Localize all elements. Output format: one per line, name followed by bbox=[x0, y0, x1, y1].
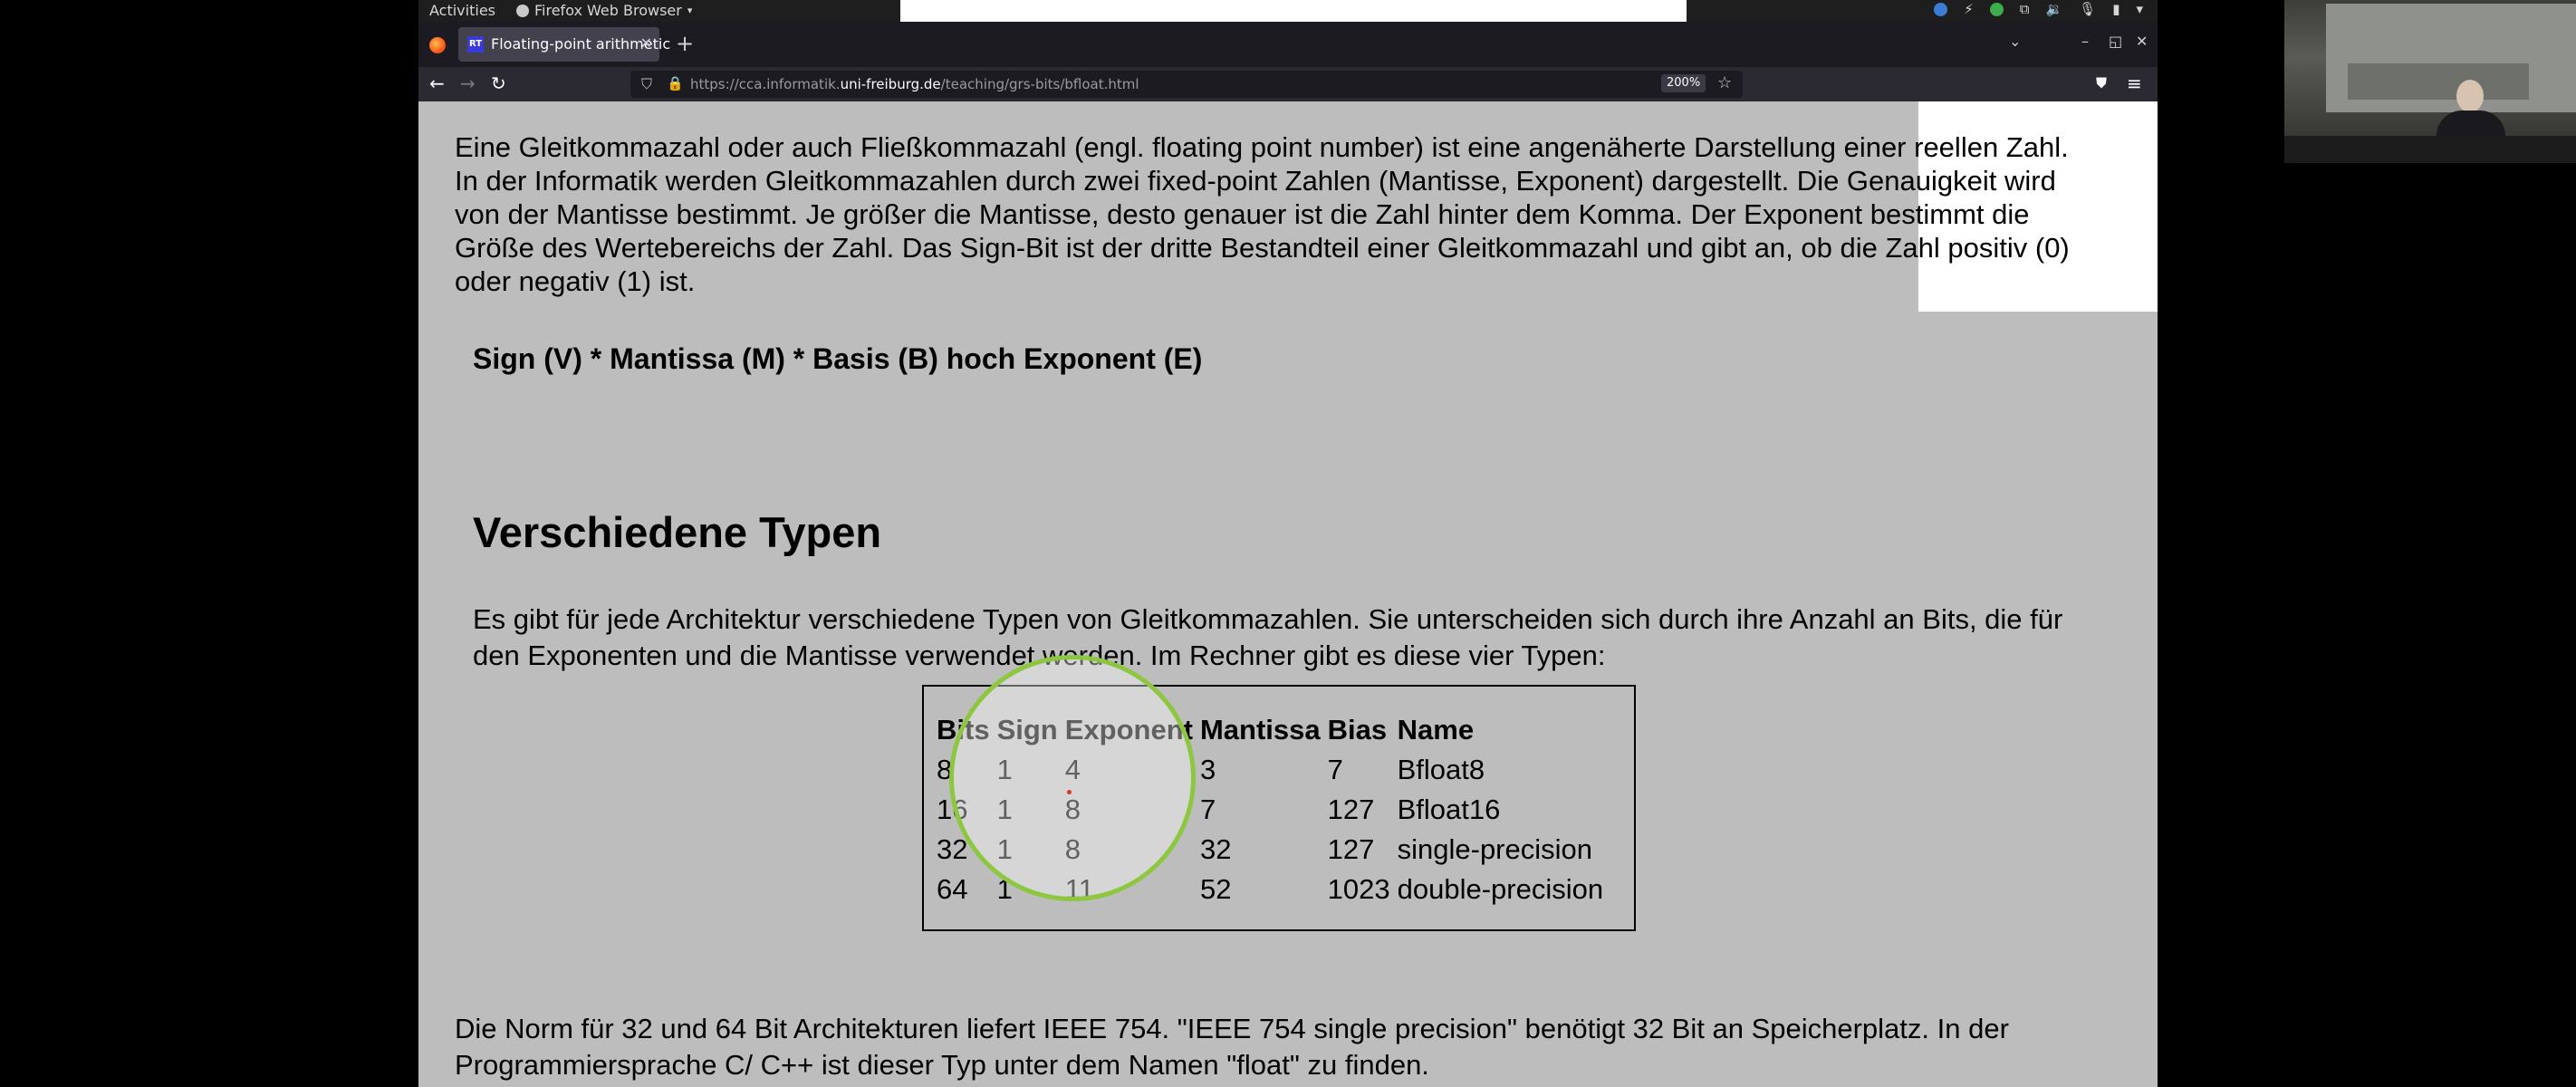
url-text[interactable]: https://cca.informatik.uni-freiburg.de/t… bbox=[690, 76, 1139, 92]
firefox-app-icon bbox=[516, 4, 529, 17]
activities-button[interactable]: Activities bbox=[429, 2, 495, 19]
webcam-overlay bbox=[2284, 0, 2576, 163]
window-close-icon[interactable]: ✕ bbox=[2136, 33, 2148, 50]
maximize-icon[interactable]: ◱ bbox=[2109, 33, 2122, 50]
site-favicon: RT bbox=[467, 36, 484, 53]
table-cell: 7 bbox=[1199, 794, 1216, 825]
lock-icon[interactable]: 🔒 bbox=[667, 75, 684, 91]
zoom-level-button[interactable]: 200% bbox=[1661, 74, 1706, 92]
table-cell: single-precision bbox=[1397, 833, 1593, 865]
app-menu[interactable]: Firefox Web Browser ▾ bbox=[516, 2, 692, 19]
projection-image bbox=[2348, 63, 2529, 100]
plus-icon[interactable]: + bbox=[676, 31, 694, 56]
close-icon[interactable]: ✕ bbox=[640, 34, 652, 52]
chevron-down-icon: ▾ bbox=[687, 5, 693, 16]
url-bar[interactable]: ⛉ 🔒 https://cca.informatik.uni-freiburg.… bbox=[630, 71, 1743, 98]
table-cell: Bfloat16 bbox=[1397, 794, 1501, 825]
table-cell: 32 bbox=[1199, 833, 1232, 865]
bluetooth-icon[interactable]: ⚡ bbox=[1964, 1, 1974, 17]
mouse-cursor-dot bbox=[1067, 790, 1072, 794]
gnome-top-bar: Activities Firefox Web Browser ▾ ⚡ ⧉ 🔉 🎙… bbox=[418, 0, 2158, 24]
column-header: Name bbox=[1397, 714, 1475, 746]
firefox-logo-icon[interactable] bbox=[429, 37, 446, 53]
tab-floating-point[interactable]: RT Floating-point arithmetic ✕ bbox=[458, 27, 670, 62]
table-cell: 127 bbox=[1327, 794, 1375, 825]
firefox-tab-bar: RT Floating-point arithmetic ✕ + ⌄ – ◱ ✕ bbox=[418, 22, 2158, 67]
volume-icon[interactable]: 🔉 bbox=[2045, 1, 2062, 17]
chevron-down-icon[interactable]: ⌄ bbox=[2009, 33, 2021, 50]
firefox-nav-bar: ← → ↻ ⛉ 🔒 https://cca.informatik.uni-fre… bbox=[418, 67, 2158, 101]
table-cell: 3 bbox=[1199, 754, 1216, 785]
power-menu-icon[interactable]: ▾ bbox=[2136, 1, 2143, 17]
table-cell: Bfloat8 bbox=[1397, 754, 1485, 785]
clock-area[interactable] bbox=[900, 0, 1687, 24]
back-icon[interactable]: ← bbox=[429, 72, 445, 94]
intro-paragraph: Eine Gleitkommazahl oder auch Fließkomma… bbox=[455, 131, 2070, 297]
column-header: Mantissa bbox=[1199, 714, 1321, 746]
table-cell: 7 bbox=[1327, 754, 1343, 785]
forward-icon[interactable]: → bbox=[460, 72, 476, 94]
table-cell: 52 bbox=[1199, 873, 1232, 905]
hamburger-menu-icon[interactable]: ≡ bbox=[2127, 72, 2142, 94]
types-paragraph: Es gibt für jede Architektur verschieden… bbox=[473, 603, 2063, 671]
section-heading: Verschiedene Typen bbox=[473, 508, 882, 556]
notification-icon[interactable] bbox=[1934, 2, 1948, 16]
presenter-head bbox=[2456, 80, 2484, 112]
status-check-icon[interactable] bbox=[1989, 2, 2004, 16]
pocket-icon[interactable]: ⛊ bbox=[2096, 74, 2107, 92]
page-content: Eine Gleitkommazahl oder auch Fließkomma… bbox=[418, 101, 2158, 1087]
star-icon[interactable]: ☆ bbox=[1717, 73, 1732, 92]
reload-icon[interactable]: ↻ bbox=[491, 72, 506, 94]
shield-icon[interactable]: ⛉ bbox=[641, 75, 652, 93]
microphone-icon[interactable]: 🎙 bbox=[2079, 1, 2096, 17]
column-header: Bias bbox=[1327, 714, 1388, 746]
app-menu-label: Firefox Web Browser bbox=[534, 2, 682, 19]
cursor-spotlight-ring bbox=[949, 655, 1196, 901]
desk-image bbox=[2284, 136, 2576, 163]
ieee-paragraph: Die Norm für 32 und 64 Bit Architekturen… bbox=[455, 1013, 2009, 1081]
formula-text: Sign (V) * Mantissa (M) * Basis (B) hoch… bbox=[473, 342, 1203, 375]
table-cell: double-precision bbox=[1397, 873, 1604, 905]
table-cell: 64 bbox=[937, 873, 968, 905]
table-cell: 1023 bbox=[1327, 873, 1390, 905]
battery-icon[interactable]: ▮ bbox=[2112, 1, 2119, 17]
system-tray[interactable]: ⚡ ⧉ 🔉 🎙 ▮ ▾ bbox=[1934, 1, 2143, 17]
network-icon[interactable]: ⧉ bbox=[2020, 1, 2030, 17]
minimize-icon[interactable]: – bbox=[2081, 33, 2089, 50]
table-cell: 127 bbox=[1327, 833, 1375, 865]
